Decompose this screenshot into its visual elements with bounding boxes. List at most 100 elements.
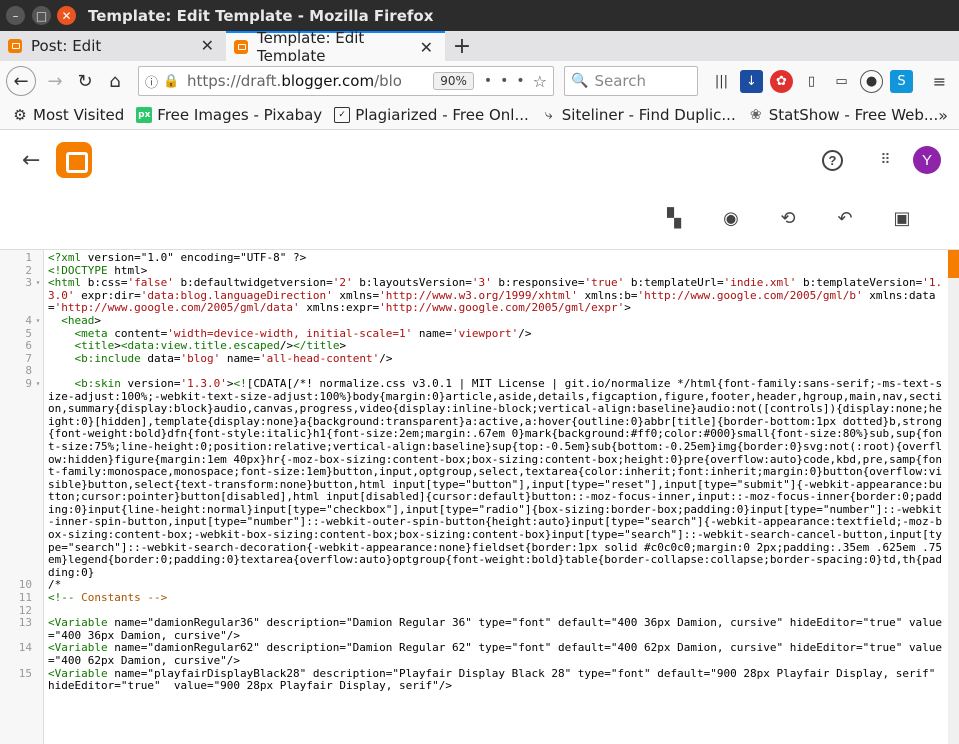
fold-arrow-icon bbox=[32, 328, 44, 341]
fold-arrow-icon bbox=[32, 340, 44, 353]
bookmark-star-icon[interactable]: ☆ bbox=[533, 72, 547, 91]
blogger-logo-icon[interactable] bbox=[56, 142, 92, 178]
tab-strip: Post: Edit ✕ Template: Edit Template ✕ + bbox=[0, 29, 959, 65]
line-number: 14 bbox=[18, 641, 32, 655]
bookmark-label: Free Images - Pixabay bbox=[157, 106, 323, 124]
sidebar-icon[interactable]: ▯ bbox=[800, 70, 823, 93]
preview-eye-icon[interactable]: ◉ bbox=[716, 203, 746, 233]
code-text[interactable]: <Variable name="damionRegular36" descrip… bbox=[44, 616, 948, 642]
reader-icon[interactable]: ▭ bbox=[830, 70, 853, 93]
bookmark-siteliner[interactable]: ⤷ Siteliner - Find Duplic... bbox=[541, 106, 736, 124]
line-number: 15 bbox=[18, 666, 32, 680]
minimize-icon[interactable]: – bbox=[6, 6, 25, 25]
search-icon: 🔍 bbox=[571, 73, 589, 89]
bookmarks-toolbar: ⚙ Most Visited px Free Images - Pixabay … bbox=[0, 101, 959, 130]
back-arrow-icon[interactable]: ← bbox=[22, 148, 42, 173]
apps-grid-icon[interactable]: ⠿ bbox=[877, 153, 895, 167]
maximize-icon[interactable]: □ bbox=[32, 6, 51, 25]
code-line[interactable]: 15 <Variable name="playfairDisplayBlack28… bbox=[0, 666, 948, 693]
close-icon[interactable]: ✕ bbox=[57, 6, 76, 25]
account-icon[interactable]: ● bbox=[860, 69, 883, 93]
line-number: 6 bbox=[25, 339, 32, 353]
close-tab-icon[interactable]: ✕ bbox=[420, 38, 433, 57]
bookmark-pixabay[interactable]: px Free Images - Pixabay bbox=[136, 106, 322, 124]
forward-button[interactable]: → bbox=[40, 66, 70, 96]
bookmark-statshow[interactable]: ❀ StatShow - Free Web... bbox=[748, 106, 938, 124]
fold-arrow-icon bbox=[32, 252, 44, 265]
home-button[interactable]: ⌂ bbox=[100, 66, 130, 96]
library-icon[interactable]: ||| bbox=[710, 70, 733, 93]
code-line[interactable]: 14 <Variable name="damionRegular62" descr… bbox=[0, 642, 948, 667]
back-button[interactable]: ← bbox=[6, 66, 36, 96]
fold-arrow-icon bbox=[32, 605, 44, 618]
url-text: https://draft.blogger.com/blo bbox=[187, 72, 402, 90]
code-line[interactable]: 9 ▾ <b:skin version='1.3.0'><![CDATA[/*! … bbox=[0, 376, 948, 580]
blogger-header: ← ? ⠿ Y bbox=[0, 131, 959, 189]
line-number: 9 bbox=[25, 376, 32, 390]
jump-to-widget-icon[interactable]: ▚ bbox=[659, 203, 689, 233]
code-text[interactable]: <b:include data='blog' name='all-head-co… bbox=[44, 352, 948, 366]
undo-icon[interactable]: ↶ bbox=[830, 203, 860, 233]
tab-label: Post: Edit bbox=[31, 37, 102, 55]
close-tab-icon[interactable]: ✕ bbox=[201, 36, 214, 55]
skype-icon[interactable]: S bbox=[890, 69, 913, 93]
window-titlebar: – □ ✕ Template: Edit Template - Mozilla … bbox=[0, 0, 959, 31]
fold-arrow-icon[interactable]: ▾ bbox=[32, 378, 44, 580]
tab-template-edit[interactable]: Template: Edit Template ✕ bbox=[226, 29, 445, 65]
download-icon[interactable]: ↓ bbox=[740, 69, 763, 93]
fold-arrow-icon[interactable]: ▾ bbox=[32, 315, 44, 328]
bookmarks-overflow-icon[interactable]: » bbox=[938, 106, 948, 125]
code-line[interactable]: 11 <!-- Constants --> bbox=[0, 591, 948, 605]
lock-icon[interactable]: 🔒 bbox=[163, 74, 179, 89]
zoom-level-badge[interactable]: 90% bbox=[433, 72, 474, 90]
fold-arrow-icon bbox=[32, 353, 44, 366]
fold-arrow-icon bbox=[32, 592, 44, 605]
code-text[interactable]: /* bbox=[44, 579, 948, 592]
page-actions-icon[interactable]: ••• bbox=[484, 73, 533, 89]
bookmark-label: Plagiarized - Free Onl... bbox=[355, 106, 529, 124]
fold-arrow-icon bbox=[32, 668, 44, 693]
code-line[interactable]: 6 <title><data:view.title.escaped/></tit… bbox=[0, 339, 948, 353]
extension-red-icon[interactable]: ✿ bbox=[770, 69, 793, 93]
new-tab-button[interactable]: + bbox=[445, 31, 479, 61]
fold-arrow-icon[interactable]: ▾ bbox=[32, 277, 44, 315]
bookmark-plagiarized[interactable]: ✓ Plagiarized - Free Onl... bbox=[334, 106, 529, 124]
help-icon[interactable]: ? bbox=[822, 149, 843, 171]
window-title: Template: Edit Template - Mozilla Firefo… bbox=[88, 6, 434, 25]
menu-icon[interactable]: ≡ bbox=[928, 70, 951, 93]
restore-icon[interactable]: ⟲ bbox=[773, 203, 803, 233]
url-bar[interactable]: ⓘ 🔒 https://draft.blogger.com/blo 90% ••… bbox=[138, 66, 554, 96]
line-number: 1 bbox=[25, 251, 32, 264]
code-line[interactable]: 13 <Variable name="damionRegular36" descr… bbox=[0, 616, 948, 642]
reload-button[interactable]: ↻ bbox=[70, 66, 100, 96]
fold-arrow-icon bbox=[32, 579, 44, 592]
site-info-icon[interactable]: ⓘ bbox=[145, 72, 163, 91]
code-line[interactable]: 7 <b:include data='blog' name='all-head-… bbox=[0, 352, 948, 366]
code-line[interactable]: 3 ▾ <html b:css='false' b:defaultwidgetver… bbox=[0, 276, 948, 315]
code-line[interactable]: 1 <?xml version="1.0" encoding="UTF-8" ?> bbox=[0, 251, 948, 265]
siteliner-icon: ⤷ bbox=[544, 107, 553, 123]
plagiarized-icon: ✓ bbox=[334, 107, 351, 123]
code-text[interactable]: <!-- Constants --> bbox=[44, 591, 948, 605]
code-text[interactable]: <?xml version="1.0" encoding="UTF-8" ?> bbox=[44, 251, 948, 265]
template-editor-toolbar: ▚ ◉ ⟲ ↶ ▣ bbox=[0, 189, 959, 247]
tab-post-edit[interactable]: Post: Edit ✕ bbox=[0, 31, 226, 61]
line-number: 3 bbox=[25, 276, 32, 290]
line-number: 13 bbox=[18, 616, 32, 630]
scrollbar-thumb[interactable] bbox=[948, 250, 959, 278]
code-text[interactable]: <html b:css='false' b:defaultwidgetversi… bbox=[44, 276, 948, 315]
avatar[interactable]: Y bbox=[913, 146, 941, 174]
statshow-icon: ❀ bbox=[749, 107, 762, 123]
code-lines: 1 <?xml version="1.0" encoding="UTF-8" ?>… bbox=[0, 251, 948, 693]
code-text[interactable]: <b:skin version='1.3.0'><![CDATA[/*! nor… bbox=[44, 377, 948, 580]
bookmark-most-visited[interactable]: ⚙ Most Visited bbox=[12, 106, 124, 124]
search-placeholder: Search bbox=[594, 72, 646, 90]
code-editor[interactable]: 1 <?xml version="1.0" encoding="UTF-8" ?>… bbox=[0, 249, 959, 744]
code-text[interactable]: <Variable name="damionRegular62" descrip… bbox=[44, 642, 948, 667]
search-input[interactable]: 🔍 Search bbox=[564, 66, 698, 96]
vertical-scrollbar[interactable] bbox=[948, 250, 959, 744]
save-icon[interactable]: ▣ bbox=[887, 203, 917, 233]
navigation-toolbar: ← → ↻ ⌂ ⓘ 🔒 https://draft.blogger.com/bl… bbox=[0, 61, 959, 101]
bookmark-label: Most Visited bbox=[33, 106, 125, 124]
code-text[interactable]: <Variable name="playfairDisplayBlack28" … bbox=[44, 667, 948, 693]
